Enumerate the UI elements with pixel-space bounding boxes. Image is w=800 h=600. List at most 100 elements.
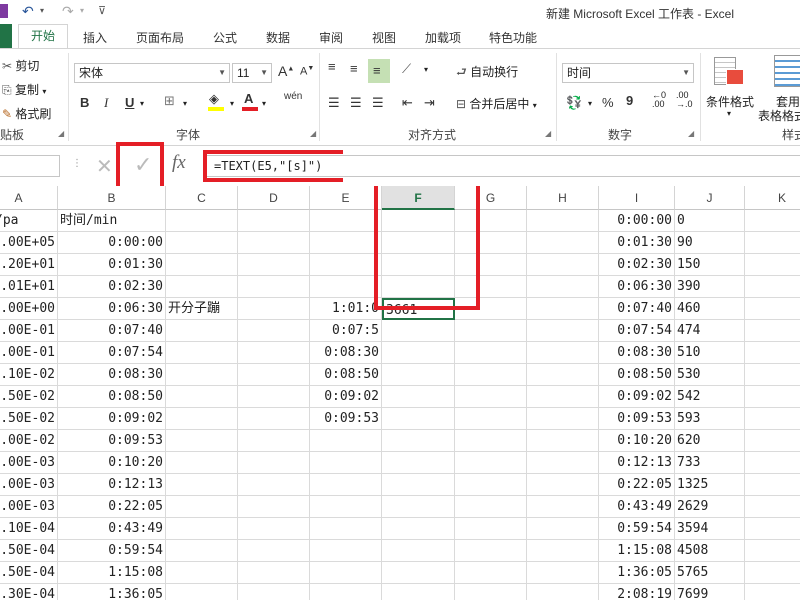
cell-e16[interactable]	[310, 540, 382, 562]
tab-formulas[interactable]: 公式	[213, 29, 237, 46]
cell-j13[interactable]: 1325	[675, 474, 745, 496]
orientation-dropdown-icon[interactable]: ▾	[424, 65, 428, 74]
cell-b7[interactable]: 0:07:54	[58, 342, 166, 364]
shrink-font-button[interactable]: A▼	[300, 65, 314, 78]
cell-h13[interactable]	[527, 474, 599, 496]
cell-j18[interactable]: 7699	[675, 584, 745, 600]
column-header-d[interactable]: D	[238, 186, 310, 210]
cell-h12[interactable]	[527, 452, 599, 474]
cell-e8[interactable]: 0:08:50	[310, 364, 382, 386]
cell-e4[interactable]	[310, 276, 382, 298]
align-left-icon[interactable]: ☰	[328, 95, 340, 111]
cell-j11[interactable]: 620	[675, 430, 745, 452]
cell-h11[interactable]	[527, 430, 599, 452]
cell-c9[interactable]	[166, 386, 238, 408]
accounting-format-icon[interactable]: 💱	[566, 95, 582, 111]
cell-a13[interactable]: .00E-03	[0, 474, 58, 496]
tab-addins[interactable]: 加载项	[425, 29, 461, 46]
cell-e14[interactable]	[310, 496, 382, 518]
wrap-text-button[interactable]: ⮐ 自动换行	[456, 63, 518, 84]
cell-j5[interactable]: 460	[675, 298, 745, 320]
cell-a1[interactable]: 空/pa	[0, 210, 58, 232]
cell-a17[interactable]: .50E-04	[0, 562, 58, 584]
insert-function-icon[interactable]: fx	[172, 152, 186, 174]
column-header-h[interactable]: H	[527, 186, 599, 210]
cut-button[interactable]: ✂ 剪切	[2, 57, 39, 74]
conditional-format-icon[interactable]	[714, 55, 744, 85]
cell-j8[interactable]: 530	[675, 364, 745, 386]
cell-a4[interactable]: .01E+01	[0, 276, 58, 298]
cell-b10[interactable]: 0:09:02	[58, 408, 166, 430]
cell-h9[interactable]	[527, 386, 599, 408]
accounting-dropdown-icon[interactable]: ▾	[588, 99, 592, 108]
cell-d15[interactable]	[238, 518, 310, 540]
cell-k18[interactable]	[745, 584, 800, 600]
cell-c14[interactable]	[166, 496, 238, 518]
cell-b17[interactable]: 1:15:08	[58, 562, 166, 584]
cell-g12[interactable]	[455, 452, 527, 474]
cell-e17[interactable]	[310, 562, 382, 584]
cell-j2[interactable]: 90	[675, 232, 745, 254]
cell-h7[interactable]	[527, 342, 599, 364]
column-header-i[interactable]: I	[599, 186, 675, 210]
cell-e7[interactable]: 0:08:30	[310, 342, 382, 364]
name-box[interactable]	[0, 155, 60, 177]
cell-j3[interactable]: 150	[675, 254, 745, 276]
cell-b3[interactable]: 0:01:30	[58, 254, 166, 276]
orientation-icon[interactable]: ⟋	[402, 61, 411, 77]
cell-d11[interactable]	[238, 430, 310, 452]
cell-i18[interactable]: 2:08:19	[599, 584, 675, 600]
cell-a5[interactable]: .00E+00	[0, 298, 58, 320]
borders-dropdown-icon[interactable]: ▾	[183, 99, 187, 108]
tab-data[interactable]: 数据	[266, 29, 290, 46]
cell-i13[interactable]: 0:22:05	[599, 474, 675, 496]
cell-d5[interactable]	[238, 298, 310, 320]
cell-j12[interactable]: 733	[675, 452, 745, 474]
cell-d3[interactable]	[238, 254, 310, 276]
underline-dropdown-icon[interactable]: ▾	[140, 99, 144, 108]
cell-g11[interactable]	[455, 430, 527, 452]
tab-page-layout[interactable]: 页面布局	[136, 29, 184, 46]
cell-h16[interactable]	[527, 540, 599, 562]
cell-d14[interactable]	[238, 496, 310, 518]
cell-g6[interactable]	[455, 320, 527, 342]
italic-button[interactable]: I	[104, 95, 108, 111]
cell-a8[interactable]: .10E-02	[0, 364, 58, 386]
cell-c12[interactable]	[166, 452, 238, 474]
cell-f12[interactable]	[382, 452, 455, 474]
comma-style-button[interactable]: 9	[626, 93, 633, 108]
cell-k11[interactable]	[745, 430, 800, 452]
font-name-combo[interactable]: 宋体 ▼	[74, 63, 230, 83]
cell-j9[interactable]: 542	[675, 386, 745, 408]
cell-i17[interactable]: 1:36:05	[599, 562, 675, 584]
cell-g18[interactable]	[455, 584, 527, 600]
cell-b8[interactable]: 0:08:30	[58, 364, 166, 386]
cell-h14[interactable]	[527, 496, 599, 518]
worksheet-grid[interactable]: ABCDEFGHIJK空/pa时间/min0:00:000.00E+050:00…	[0, 186, 800, 600]
cell-k1[interactable]	[745, 210, 800, 232]
cell-g17[interactable]	[455, 562, 527, 584]
percent-button[interactable]: %	[602, 95, 614, 110]
cell-c17[interactable]	[166, 562, 238, 584]
cell-h15[interactable]	[527, 518, 599, 540]
cell-i15[interactable]: 0:59:54	[599, 518, 675, 540]
cell-c1[interactable]	[166, 210, 238, 232]
cell-i6[interactable]: 0:07:54	[599, 320, 675, 342]
cell-b14[interactable]: 0:22:05	[58, 496, 166, 518]
redo-icon[interactable]: ↷	[62, 3, 74, 20]
cell-f9[interactable]	[382, 386, 455, 408]
cell-a6[interactable]: .00E-01	[0, 320, 58, 342]
tab-insert[interactable]: 插入	[83, 29, 107, 46]
cell-g15[interactable]	[455, 518, 527, 540]
cell-g13[interactable]	[455, 474, 527, 496]
cell-a18[interactable]: .30E-04	[0, 584, 58, 600]
cell-b1[interactable]: 时间/min	[58, 210, 166, 232]
cell-k14[interactable]	[745, 496, 800, 518]
align-right-icon[interactable]: ☰	[372, 95, 384, 111]
cell-b6[interactable]: 0:07:40	[58, 320, 166, 342]
cell-c7[interactable]	[166, 342, 238, 364]
font-size-combo[interactable]: 11 ▼	[232, 63, 272, 83]
cell-k4[interactable]	[745, 276, 800, 298]
cell-h3[interactable]	[527, 254, 599, 276]
column-header-a[interactable]: A	[0, 186, 58, 210]
